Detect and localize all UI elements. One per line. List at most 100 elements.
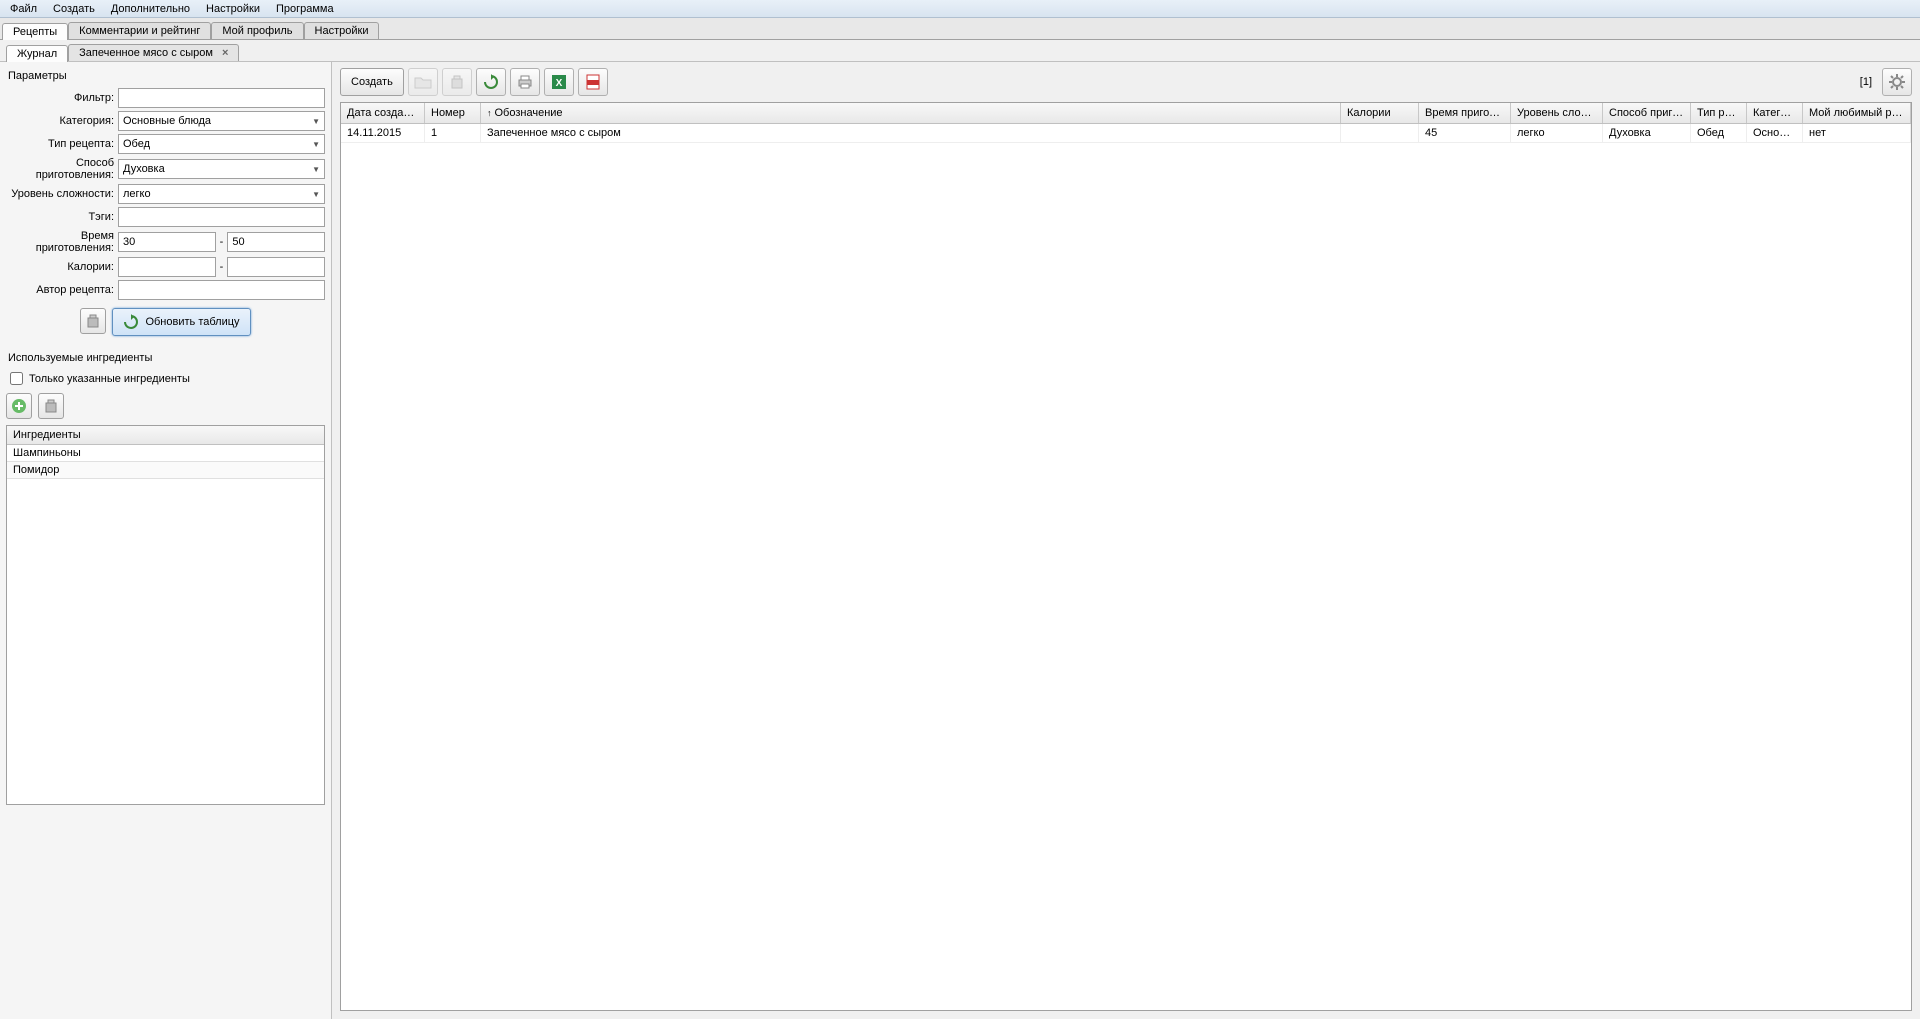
ingredients-title: Используемые ингредиенты (6, 350, 325, 366)
trash-icon (449, 74, 465, 90)
subtab-recipe-item[interactable]: Запеченное мясо с сыром × (68, 44, 239, 61)
col-header-date[interactable]: Дата создания (341, 103, 425, 123)
ingredients-header[interactable]: Ингредиенты (7, 426, 324, 445)
filter-input[interactable] (118, 88, 325, 108)
tab-recipes[interactable]: Рецепты (2, 23, 68, 40)
menubar: Файл Создать Дополнительно Настройки Про… (0, 0, 1920, 18)
close-icon[interactable]: × (222, 47, 228, 59)
tags-input[interactable] (118, 207, 325, 227)
filter-label: Фильтр: (6, 92, 118, 104)
remove-ingredient-button[interactable] (38, 393, 64, 419)
only-listed-checkbox[interactable] (10, 372, 23, 385)
menu-file[interactable]: Файл (4, 2, 43, 15)
plus-icon (11, 398, 27, 414)
time-to-input[interactable] (227, 232, 325, 252)
ingredients-table: Ингредиенты Шампиньоны Помидор (6, 425, 325, 805)
col-header-num[interactable]: Номер (425, 103, 481, 123)
menu-program[interactable]: Программа (270, 2, 340, 15)
tab-comments[interactable]: Комментарии и рейтинг (68, 22, 211, 39)
sort-asc-icon: ↑ (487, 108, 492, 118)
refresh-icon (483, 74, 499, 90)
record-counter: [1] (1860, 76, 1872, 88)
category-label: Категория: (6, 115, 118, 127)
menu-create[interactable]: Создать (47, 2, 101, 15)
col-header-fav[interactable]: Мой любимый рецепт (1803, 103, 1911, 123)
author-input[interactable] (118, 280, 325, 300)
content-area: Создать X [1] (332, 62, 1920, 1019)
recipes-grid: Дата создания Номер ↑Обозначение Калории… (340, 102, 1912, 1011)
cell-type: Обед (1691, 124, 1747, 142)
category-value: Основные блюда (123, 115, 211, 127)
col-header-cat[interactable]: Категория (1747, 103, 1803, 123)
chevron-down-icon: ▼ (312, 165, 320, 174)
main-area: Параметры Фильтр: Категория: Основные бл… (0, 62, 1920, 1019)
cell-num: 1 (425, 124, 481, 142)
calories-to-input[interactable] (227, 257, 325, 277)
category-dropdown[interactable]: Основные блюда ▼ (118, 111, 325, 131)
only-listed-label: Только указанные ингредиенты (29, 373, 190, 385)
print-button[interactable] (510, 68, 540, 96)
cell-time: 45 (1419, 124, 1511, 142)
method-dropdown[interactable]: Духовка ▼ (118, 159, 325, 179)
params-title: Параметры (6, 68, 325, 84)
subtab-journal[interactable]: Журнал (6, 45, 68, 62)
create-button[interactable]: Создать (340, 68, 404, 96)
tab-profile[interactable]: Мой профиль (211, 22, 303, 39)
settings-button[interactable] (1882, 68, 1912, 96)
sidebar: Параметры Фильтр: Категория: Основные бл… (0, 62, 332, 1019)
author-label: Автор рецепта: (6, 284, 118, 296)
excel-icon: X (551, 74, 567, 90)
trash-icon (43, 398, 59, 414)
type-dropdown[interactable]: Обед ▼ (118, 134, 325, 154)
add-ingredient-button[interactable] (6, 393, 32, 419)
refresh-icon (123, 314, 139, 330)
main-tabbar: Рецепты Комментарии и рейтинг Мой профил… (0, 18, 1920, 40)
table-row[interactable]: 14.11.2015 1 Запеченное мясо с сыром 45 … (341, 124, 1911, 143)
col-header-time[interactable]: Время приготовле… (1419, 103, 1511, 123)
cell-cal (1341, 124, 1419, 142)
cell-cat: Основны… (1747, 124, 1803, 142)
type-label: Тип рецепта: (6, 138, 118, 150)
method-label: Способ приготовления: (6, 157, 118, 181)
trash-icon (85, 313, 101, 329)
open-button[interactable] (408, 68, 438, 96)
export-pdf-button[interactable] (578, 68, 608, 96)
tags-label: Тэги: (6, 211, 118, 223)
clear-filter-button[interactable] (80, 308, 106, 334)
export-excel-button[interactable]: X (544, 68, 574, 96)
cell-date: 14.11.2015 (341, 124, 425, 142)
calories-from-input[interactable] (118, 257, 216, 277)
ingredient-row[interactable]: Шампиньоны (7, 445, 324, 462)
col-header-method[interactable]: Способ приготовл… (1603, 103, 1691, 123)
subtab-recipe-label: Запеченное мясо с сыром (79, 47, 213, 59)
toolbar: Создать X [1] (332, 62, 1920, 102)
sub-tabbar: Журнал Запеченное мясо с сыром × (0, 40, 1920, 62)
cell-fav: нет (1803, 124, 1911, 142)
ingredient-row[interactable]: Помидор (7, 462, 324, 479)
col-header-cal[interactable]: Калории (1341, 103, 1419, 123)
menu-settings[interactable]: Настройки (200, 2, 266, 15)
svg-text:X: X (555, 78, 562, 89)
pdf-icon (585, 74, 601, 90)
chevron-down-icon: ▼ (312, 140, 320, 149)
tab-settings[interactable]: Настройки (304, 22, 380, 39)
difficulty-dropdown[interactable]: легко ▼ (118, 184, 325, 204)
refresh-button[interactable] (476, 68, 506, 96)
print-icon (517, 74, 533, 90)
chevron-down-icon: ▼ (312, 117, 320, 126)
cell-method: Духовка (1603, 124, 1691, 142)
range-dash: - (220, 236, 224, 248)
cell-name: Запеченное мясо с сыром (481, 124, 1341, 142)
difficulty-value: легко (123, 188, 151, 200)
col-header-diff[interactable]: Уровень сложности (1511, 103, 1603, 123)
delete-button[interactable] (442, 68, 472, 96)
gear-icon (1888, 73, 1906, 91)
col-header-name[interactable]: ↑Обозначение (481, 103, 1341, 123)
update-table-button[interactable]: Обновить таблицу (112, 308, 250, 336)
cell-diff: легко (1511, 124, 1603, 142)
menu-extra[interactable]: Дополнительно (105, 2, 196, 15)
calories-label: Калории: (6, 261, 118, 273)
time-from-input[interactable] (118, 232, 216, 252)
col-header-type[interactable]: Тип рецепта (1691, 103, 1747, 123)
update-button-label: Обновить таблицу (145, 316, 239, 328)
